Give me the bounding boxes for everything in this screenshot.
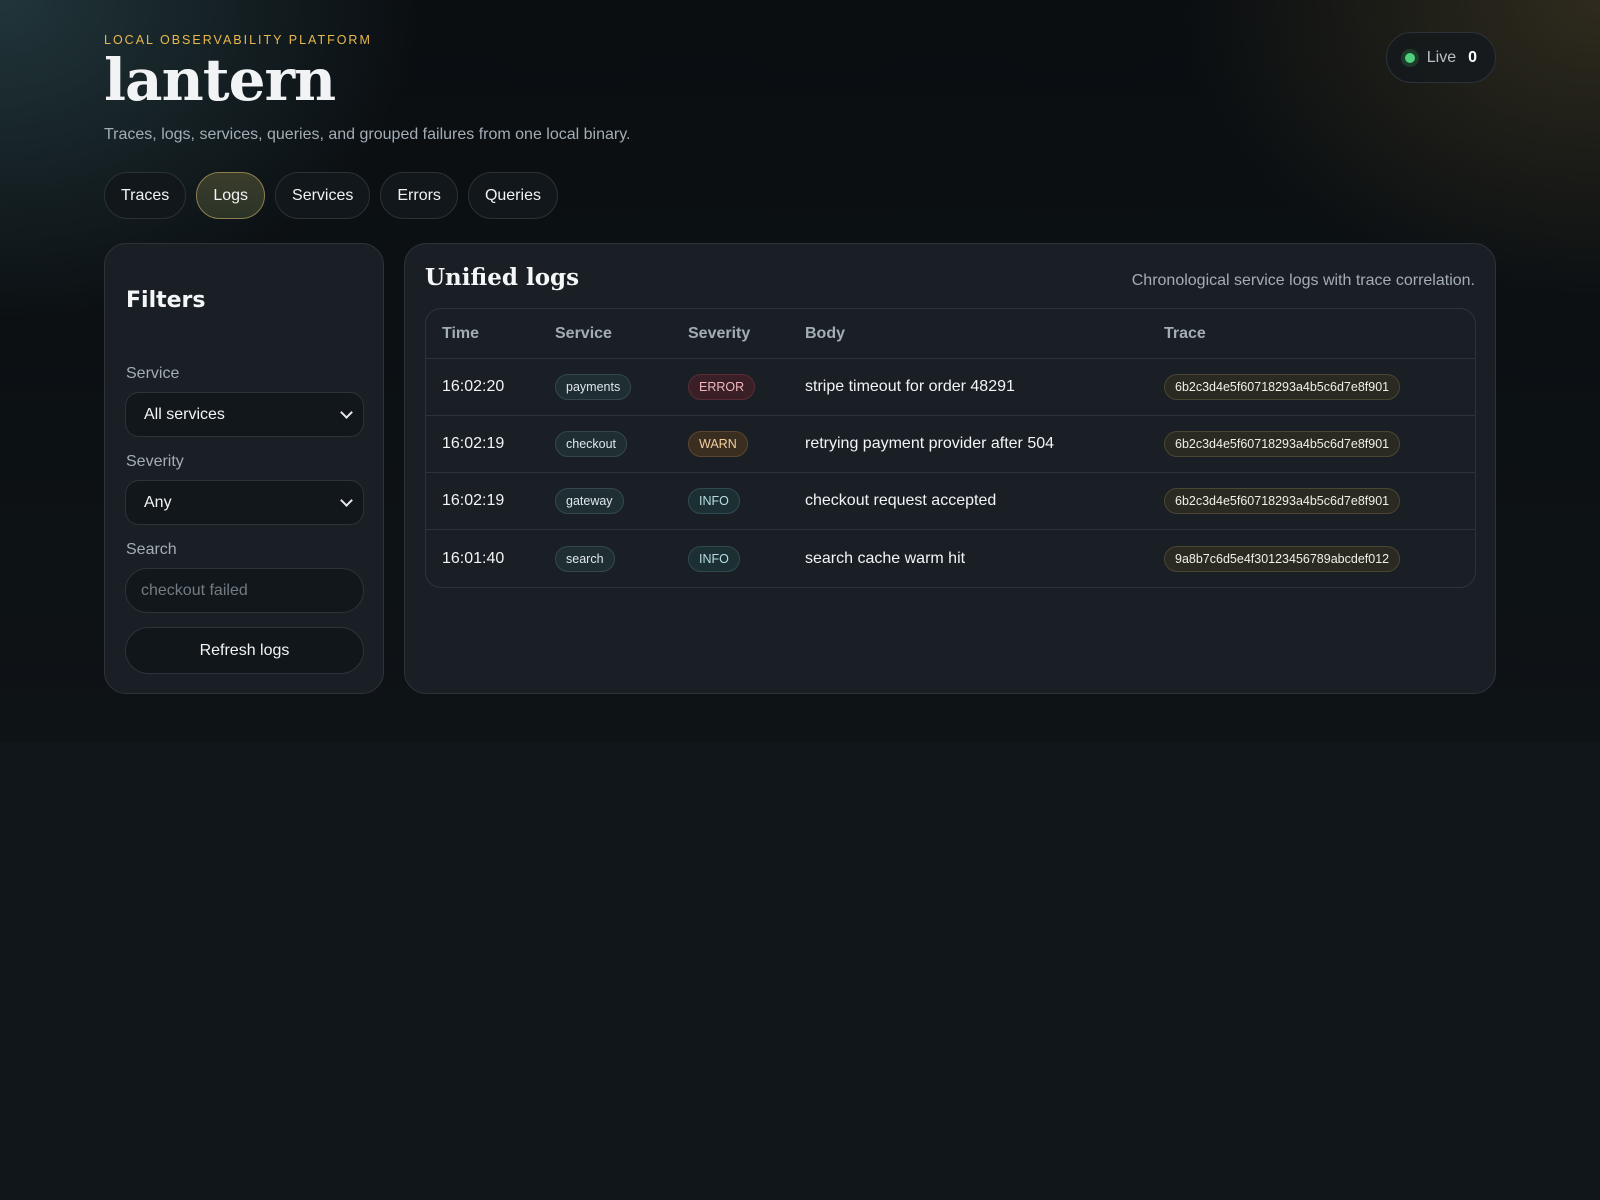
filters-title: Filters bbox=[126, 288, 206, 313]
service-select-value: All services bbox=[144, 405, 225, 423]
table-row[interactable]: 16:02:20 payments ERROR stripe timeout f… bbox=[426, 359, 1475, 416]
table-row[interactable]: 16:02:19 gateway INFO checkout request a… bbox=[426, 473, 1475, 530]
live-label: Live bbox=[1426, 48, 1457, 66]
log-body: checkout request accepted bbox=[805, 492, 997, 509]
service-select[interactable]: All services bbox=[125, 392, 364, 437]
trace-link[interactable]: 6b2c3d4e5f60718293a4b5c6d7e8f901 bbox=[1164, 488, 1401, 514]
live-status-icon bbox=[1400, 48, 1419, 67]
service-badge[interactable]: checkout bbox=[555, 431, 628, 457]
filters-panel: Filters Service All services Severity An… bbox=[104, 243, 384, 694]
table-row[interactable]: 16:02:19 checkout WARN retrying payment … bbox=[426, 416, 1475, 473]
log-time: 16:02:19 bbox=[442, 435, 505, 452]
tab-services[interactable]: Services bbox=[275, 172, 371, 219]
severity-select-value: Any bbox=[144, 493, 172, 511]
tab-errors[interactable]: Errors bbox=[380, 172, 458, 219]
trace-link[interactable]: 9a8b7c6d5e4f30123456789abcdef012 bbox=[1164, 545, 1401, 572]
log-time: 16:02:20 bbox=[442, 378, 505, 395]
log-time: 16:01:40 bbox=[442, 549, 505, 567]
live-count: 0 bbox=[1468, 48, 1477, 66]
brand-title: lantern bbox=[104, 46, 336, 114]
column-header-trace[interactable]: Trace bbox=[1164, 309, 1206, 358]
column-header-time[interactable]: Time bbox=[442, 309, 479, 358]
tab-traces[interactable]: Traces bbox=[104, 172, 187, 219]
service-badge[interactable]: search bbox=[555, 545, 615, 572]
service-badge[interactable]: payments bbox=[555, 374, 632, 400]
live-indicator[interactable]: Live 0 bbox=[1385, 32, 1496, 83]
trace-link[interactable]: 6b2c3d4e5f60718293a4b5c6d7e8f901 bbox=[1164, 374, 1401, 400]
log-body: retrying payment provider after 504 bbox=[805, 435, 1055, 452]
severity-badge: WARN bbox=[688, 431, 748, 457]
severity-select[interactable]: Any bbox=[125, 480, 364, 525]
log-body: search cache warm hit bbox=[805, 549, 966, 567]
log-body: stripe timeout for order 48291 bbox=[805, 378, 1015, 395]
tab-queries[interactable]: Queries bbox=[467, 172, 558, 219]
severity-badge: ERROR bbox=[688, 374, 756, 400]
eyebrow-label: LOCAL OBSERVABILITY PLATFORM bbox=[104, 33, 372, 47]
logs-table: Time Service Severity Body Trace 16:02:2… bbox=[425, 308, 1476, 588]
logs-title: Unified logs bbox=[425, 264, 580, 291]
chevron-down-icon bbox=[340, 493, 353, 507]
unified-logs-panel: Unified logs Chronological service logs … bbox=[404, 243, 1496, 694]
logs-subtitle: Chronological service logs with trace co… bbox=[1131, 272, 1475, 289]
severity-badge: INFO bbox=[688, 545, 740, 572]
chevron-down-icon bbox=[340, 405, 353, 419]
severity-badge: INFO bbox=[688, 488, 740, 514]
log-time: 16:02:19 bbox=[442, 492, 505, 509]
refresh-logs-button[interactable]: Refresh logs bbox=[125, 627, 364, 674]
service-badge[interactable]: gateway bbox=[555, 488, 624, 514]
main-tabs: Traces Logs Services Errors Queries bbox=[104, 172, 558, 219]
tagline: Traces, logs, services, queries, and gro… bbox=[104, 126, 631, 143]
column-header-service[interactable]: Service bbox=[555, 309, 612, 358]
service-filter-label: Service bbox=[126, 365, 180, 382]
search-input[interactable] bbox=[125, 568, 364, 613]
column-header-severity[interactable]: Severity bbox=[688, 309, 750, 358]
table-row[interactable]: 16:01:40 search INFO search cache warm h… bbox=[426, 530, 1475, 587]
tab-logs[interactable]: Logs bbox=[196, 172, 266, 219]
table-header: Time Service Severity Body Trace bbox=[426, 309, 1475, 359]
column-header-body[interactable]: Body bbox=[805, 309, 845, 358]
trace-link[interactable]: 6b2c3d4e5f60718293a4b5c6d7e8f901 bbox=[1164, 431, 1401, 457]
severity-filter-label: Severity bbox=[126, 453, 184, 470]
search-filter-label: Search bbox=[126, 541, 177, 558]
